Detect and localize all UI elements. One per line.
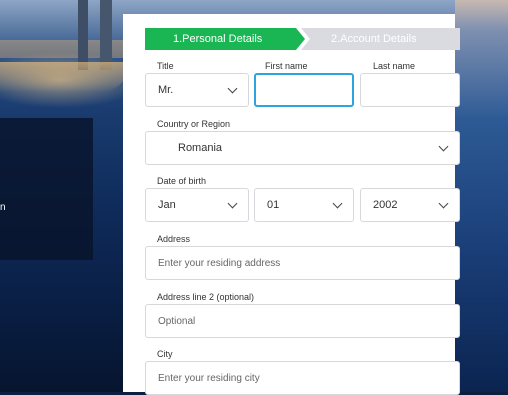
title-select-value: Mr. [158,84,174,96]
address2-input[interactable]: Optional [145,304,460,338]
address2-label: Address line 2 (optional) [157,292,255,302]
chevron-down-icon [332,198,343,209]
address-input[interactable]: Enter your residing address [145,246,460,280]
promo-overlay-text: n [0,202,6,213]
step-progress: 1.Personal Details 2.Account Details [145,28,460,50]
city-skyline [0,0,130,70]
city-input[interactable]: Enter your residing city [145,361,460,395]
dob-day-value: 01 [267,199,280,211]
dob-day-select[interactable]: 01 [254,188,354,222]
promo-overlay-box: n [0,118,93,260]
background-right-strip [455,0,508,392]
country-label: Country or Region [157,119,231,129]
chevron-down-icon [227,198,238,209]
city-placeholder: Enter your residing city [158,373,260,384]
registration-form-panel: 1.Personal Details 2.Account Details Tit… [123,14,460,395]
dob-label: Date of birth [157,176,207,186]
city-label: City [157,349,173,359]
title-select[interactable]: Mr. [145,73,249,107]
last-name-label: Last name [373,61,416,71]
address-placeholder: Enter your residing address [158,258,281,269]
step-account-details[interactable]: 2.Account Details [301,28,460,50]
address-label: Address [157,234,191,244]
dob-month-value: Jan [158,199,176,211]
chevron-down-icon [227,83,238,94]
chevron-down-icon [438,141,449,152]
last-name-input[interactable] [360,73,460,107]
first-name-label: First name [265,61,308,71]
chevron-down-icon [438,198,449,209]
step-personal-details[interactable]: 1.Personal Details [145,28,305,50]
country-select[interactable]: Romania [145,131,460,165]
address2-placeholder: Optional [158,316,196,327]
shoreline-lights [0,62,130,92]
dob-year-value: 2002 [373,199,398,211]
title-label: Title [157,61,174,71]
dob-year-select[interactable]: 2002 [360,188,460,222]
country-select-value: Romania [178,142,223,154]
first-name-input[interactable] [254,73,354,107]
dob-month-select[interactable]: Jan [145,188,249,222]
